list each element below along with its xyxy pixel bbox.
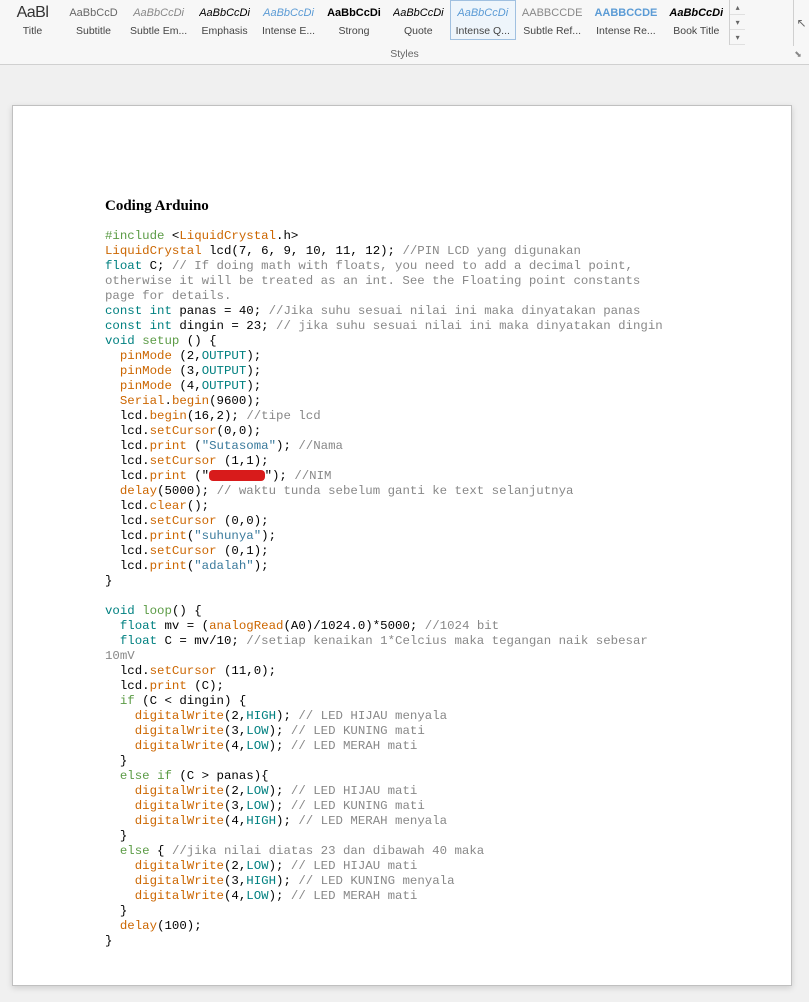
styles-expand[interactable]: ▾: [730, 30, 745, 45]
style-intense-emphasis[interactable]: AaBbCcDi Intense E...: [256, 0, 321, 40]
style-subtle-emphasis[interactable]: AaBbCcDi Subtle Em...: [124, 0, 193, 40]
style-label: Book Title: [669, 25, 723, 37]
code-line: const int dingin = 23; // jika suhu sesu…: [105, 319, 755, 334]
code-line: digitalWrite(3,LOW); // LED KUNING mati: [105, 799, 755, 814]
redacted-text: [209, 470, 264, 481]
style-quote[interactable]: AaBbCcDi Quote: [387, 0, 450, 40]
code-line: delay(100);: [105, 919, 755, 934]
style-preview: AaBbCcD: [69, 3, 118, 23]
code-line: lcd.print ("Sutasoma"); //Nama: [105, 439, 755, 454]
code-line: }: [105, 574, 755, 589]
code-line: }: [105, 934, 755, 949]
code-line: }: [105, 829, 755, 844]
code-line: lcd.print("suhunya");: [105, 529, 755, 544]
style-label: Emphasis: [199, 25, 250, 37]
code-line: digitalWrite(4,LOW); // LED MERAH mati: [105, 739, 755, 754]
code-line: otherwise it will be treated as an int. …: [105, 274, 755, 289]
code-line: float C; // If doing math with floats, y…: [105, 259, 755, 274]
code-line: digitalWrite(3,LOW); // LED KUNING mati: [105, 724, 755, 739]
styles-scrollbar: ▴ ▾ ▾: [729, 0, 745, 45]
code-line: if (C < dingin) {: [105, 694, 755, 709]
style-label: Title: [8, 25, 57, 37]
style-label: Intense Re...: [594, 25, 657, 37]
code-line: 10mV: [105, 649, 755, 664]
style-preview: AaBbCcDi: [669, 3, 723, 23]
code-line: digitalWrite(2,HIGH); // LED HIJAU menya…: [105, 709, 755, 724]
code-line: pinMode (2,OUTPUT);: [105, 349, 755, 364]
style-preview: AABBCCDE: [522, 3, 583, 23]
code-line: #include <LiquidCrystal.h>: [105, 229, 755, 244]
style-emphasis[interactable]: AaBbCcDi Emphasis: [193, 0, 256, 40]
code-block: #include <LiquidCrystal.h>LiquidCrystal …: [105, 229, 755, 949]
style-label: Strong: [327, 25, 381, 37]
style-subtitle[interactable]: AaBbCcD Subtitle: [63, 0, 124, 40]
code-line: digitalWrite(2,LOW); // LED HIJAU mati: [105, 859, 755, 874]
code-line: const int panas = 40; //Jika suhu sesuai…: [105, 304, 755, 319]
code-line: lcd.print (C);: [105, 679, 755, 694]
style-preview: AaBbCcDi: [130, 3, 187, 23]
code-line: else if (C > panas){: [105, 769, 755, 784]
styles-group-label: Styles ⬊: [0, 45, 809, 64]
style-book-title[interactable]: AaBbCcDi Book Title: [663, 0, 729, 40]
style-label: Subtle Em...: [130, 25, 187, 37]
document-workspace: Coding Arduino #include <LiquidCrystal.h…: [0, 65, 809, 986]
code-line: page for details.: [105, 289, 755, 304]
document-page[interactable]: Coding Arduino #include <LiquidCrystal.h…: [12, 105, 792, 986]
code-line: Serial.begin(9600);: [105, 394, 755, 409]
style-preview: AaBl: [8, 3, 57, 23]
code-line: float mv = (analogRead(A0)/1024.0)*5000;…: [105, 619, 755, 634]
code-line: lcd.setCursor (0,1);: [105, 544, 755, 559]
code-line: else { //jika nilai diatas 23 dan dibawa…: [105, 844, 755, 859]
code-line: digitalWrite(3,HIGH); // LED KUNING meny…: [105, 874, 755, 889]
code-line: LiquidCrystal lcd(7, 6, 9, 10, 11, 12); …: [105, 244, 755, 259]
style-preview: AaBbCcDi: [393, 3, 444, 23]
document-heading: Coding Arduino: [105, 198, 755, 215]
style-label: Intense E...: [262, 25, 315, 37]
code-line: lcd.setCursor (1,1);: [105, 454, 755, 469]
code-line: lcd.begin(16,2); //tipe lcd: [105, 409, 755, 424]
style-preview: AaBbCcDi: [199, 3, 250, 23]
style-label: Subtle Ref...: [522, 25, 583, 37]
code-line: pinMode (4,OUTPUT);: [105, 379, 755, 394]
styles-gallery: AaBl Title AaBbCcD Subtitle AaBbCcDi Subtle E…: [0, 0, 809, 45]
select-tool[interactable]: ↖: [793, 0, 809, 46]
styles-scroll-up[interactable]: ▴: [730, 0, 745, 15]
style-subtle-reference[interactable]: AABBCCDE Subtle Ref...: [516, 0, 589, 40]
code-line: }: [105, 904, 755, 919]
code-line: digitalWrite(4,HIGH); // LED MERAH menya…: [105, 814, 755, 829]
code-line: delay(5000); // waktu tunda sebelum gant…: [105, 484, 755, 499]
styles-scroll-down[interactable]: ▾: [730, 15, 745, 30]
style-preview: AaBbCcDi: [262, 3, 315, 23]
code-line: void setup () {: [105, 334, 755, 349]
style-label: Intense Q...: [456, 25, 510, 37]
style-preview: AaBbCcDi: [456, 3, 510, 23]
code-line: lcd.setCursor (11,0);: [105, 664, 755, 679]
code-line: pinMode (3,OUTPUT);: [105, 364, 755, 379]
code-line: float C = mv/10; //setiap kenaikan 1*Cel…: [105, 634, 755, 649]
code-line: lcd.print (" "); //NIM: [105, 469, 755, 484]
style-preview: AABBCCDE: [594, 3, 657, 23]
style-intense-quote[interactable]: AaBbCcDi Intense Q...: [450, 0, 516, 40]
style-preview: AaBbCcDi: [327, 3, 381, 23]
code-line: digitalWrite(4,LOW); // LED MERAH mati: [105, 889, 755, 904]
code-line: }: [105, 754, 755, 769]
code-line: digitalWrite(2,LOW); // LED HIJAU mati: [105, 784, 755, 799]
code-line: void loop() {: [105, 604, 755, 619]
style-label: Subtitle: [69, 25, 118, 37]
code-line: lcd.print("adalah");: [105, 559, 755, 574]
code-line: [105, 589, 755, 604]
style-strong[interactable]: AaBbCcDi Strong: [321, 0, 387, 40]
style-label: Quote: [393, 25, 444, 37]
code-line: lcd.setCursor(0,0);: [105, 424, 755, 439]
code-line: lcd.clear();: [105, 499, 755, 514]
style-intense-reference[interactable]: AABBCCDE Intense Re...: [588, 0, 663, 40]
code-line: lcd.setCursor (0,0);: [105, 514, 755, 529]
styles-dialog-launcher-icon[interactable]: ⬊: [791, 46, 805, 60]
style-title[interactable]: AaBl Title: [2, 0, 63, 40]
ribbon: AaBl Title AaBbCcD Subtitle AaBbCcDi Subtle E…: [0, 0, 809, 65]
